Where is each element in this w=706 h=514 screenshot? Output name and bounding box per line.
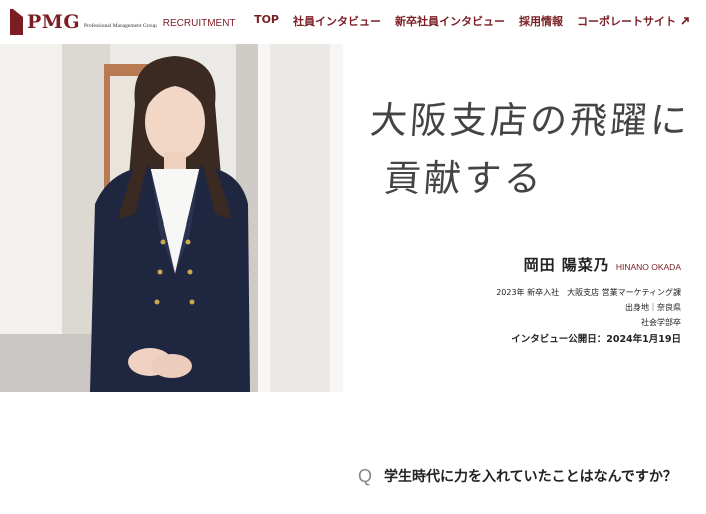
employee-photo-illustration: [0, 44, 343, 392]
interview-title-line1: 大阪支店の飛躍に: [368, 99, 692, 142]
logo-subtitle: Professional Management Group: [84, 23, 157, 29]
site-header: PMG Professional Management Group RECRUI…: [0, 0, 706, 44]
employee-detail-joined: 2023年 新卒入社 大阪支店 営業マーケティング課: [496, 288, 681, 297]
nav-corporate-site-label: コーポレートサイト: [577, 15, 676, 28]
nav-new-grad-interviews[interactable]: 新卒社員インタビュー: [395, 13, 505, 29]
pmg-logo-mark-icon: [10, 9, 23, 35]
interview-title: 大阪支店の飛躍に 貢献する: [364, 92, 692, 208]
main-nav: TOP 社員インタビュー 新卒社員インタビュー 採用情報 コーポレートサイト: [254, 13, 690, 29]
name-row: 岡田 陽菜乃 HINANO OKADA: [496, 254, 681, 275]
nav-recruiting-info[interactable]: 採用情報: [519, 13, 563, 29]
employee-photo: [0, 44, 343, 392]
question-mark-label: Q: [358, 466, 373, 486]
employee-name: 岡田 陽菜乃: [523, 256, 610, 274]
external-link-icon: [681, 17, 689, 25]
nav-employee-interviews[interactable]: 社員インタビュー: [293, 13, 381, 29]
interview-question: Q 学生時代に力を入れていたことはなんですか？: [358, 465, 684, 489]
employee-detail-faculty: 社会学部卒: [641, 318, 681, 327]
interview-title-line2: 貢献する: [382, 157, 546, 200]
logo-recruitment: RECRUITMENT: [162, 17, 236, 29]
pmg-logo[interactable]: PMG Professional Management Group RECRUI…: [10, 8, 236, 36]
logo-text: PMG: [27, 11, 81, 33]
nav-top[interactable]: TOP: [254, 13, 279, 29]
employee-details: 2023年 新卒入社 大阪支店 営業マーケティング課 出身地｜奈良県 社会学部卒…: [496, 285, 681, 347]
employee-name-romaji: HINANO OKADA: [615, 262, 681, 272]
interview-published-date: インタビュー公開日：2024年1月19日: [511, 334, 681, 345]
question-text: 学生時代に力を入れていたことはなんですか？: [384, 469, 677, 485]
nav-corporate-site[interactable]: コーポレートサイト: [577, 13, 690, 29]
employee-profile: 岡田 陽菜乃 HINANO OKADA 2023年 新卒入社 大阪支店 営業マー…: [496, 254, 681, 347]
employee-detail-hometown: 出身地｜奈良県: [625, 303, 681, 312]
